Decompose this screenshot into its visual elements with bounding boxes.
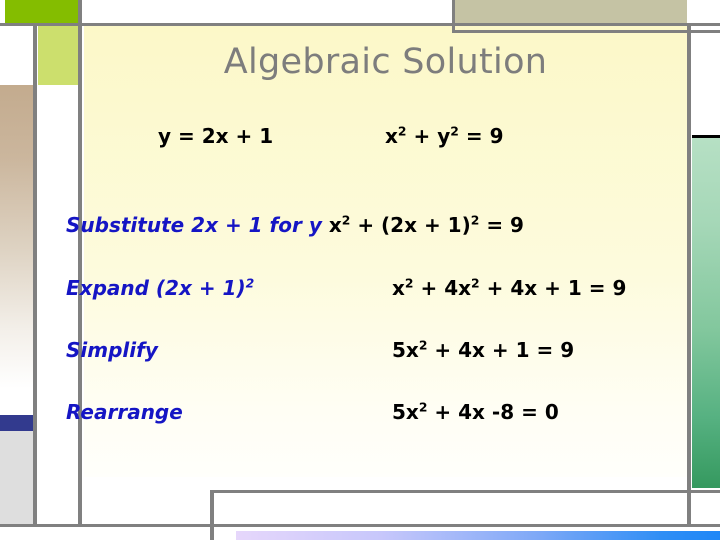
step-simplify-result-text: 5x2 + 4x + 1 = 9 bbox=[392, 338, 574, 362]
step-substitute: Substitute 2x + 1 for y x2 + (2x + 1)2 =… bbox=[66, 213, 524, 237]
slide-canvas: Algebraic Solution y = 2x + 1 x2 + y2 = … bbox=[0, 0, 720, 540]
step-simplify-result: 5x2 + 4x + 1 = 9 bbox=[392, 338, 574, 362]
simplify-result-tail: + 4x + 1 = 9 bbox=[427, 338, 575, 362]
given-equation-2-text: x2 + y2 = 9 bbox=[385, 124, 504, 148]
step-expand-label: Expand (2x + 1)2 bbox=[66, 276, 254, 300]
step-simplify: Simplify bbox=[66, 338, 158, 362]
step-rearrange-result: 5x2 + 4x -8 = 0 bbox=[392, 400, 559, 424]
given-eq2-x: x bbox=[385, 124, 398, 148]
given-equation-2: x2 + y2 = 9 bbox=[385, 124, 504, 148]
left-gray-block bbox=[0, 431, 33, 527]
substitute-result-x: x bbox=[328, 213, 342, 237]
expand-result-sup-2: 2 bbox=[471, 275, 480, 291]
top-left-green-square bbox=[38, 26, 78, 85]
substitute-result-tail: = 9 bbox=[479, 213, 524, 237]
rule-vertical-panel-right bbox=[687, 23, 691, 527]
top-left-green-bar bbox=[5, 0, 78, 23]
expand-result-tail: + 4x + 1 = 9 bbox=[479, 276, 627, 300]
rearrange-result-lead: 5x bbox=[392, 400, 419, 424]
expand-label-base: Expand (2x + 1) bbox=[66, 276, 246, 300]
rearrange-result-tail: + 4x -8 = 0 bbox=[427, 400, 559, 424]
given-eq2-sup-1: 2 bbox=[397, 123, 407, 139]
expand-result-x: x bbox=[392, 276, 405, 300]
bottom-blue-gradient-strip bbox=[236, 531, 720, 540]
given-equation-1-text: y = 2x + 1 bbox=[158, 124, 274, 148]
step-substitute-result: x2 + (2x + 1)2 = 9 bbox=[322, 213, 524, 237]
left-tan-gradient-bar bbox=[0, 85, 33, 415]
step-expand: Expand (2x + 1)2 bbox=[66, 276, 254, 300]
step-rearrange: Rearrange bbox=[66, 400, 183, 424]
step-expand-result-text: x2 + 4x2 + 4x + 1 = 9 bbox=[392, 276, 626, 300]
step-rearrange-result-text: 5x2 + 4x -8 = 0 bbox=[392, 400, 559, 424]
rule-horizontal-bottom bbox=[0, 524, 720, 527]
expand-label-sup: 2 bbox=[245, 275, 255, 291]
simplify-result-lead: 5x bbox=[392, 338, 419, 362]
given-eq2-tail: = 9 bbox=[458, 124, 504, 148]
rule-horizontal-top-primary bbox=[0, 23, 720, 26]
rule-vertical-lower bbox=[210, 490, 214, 540]
step-expand-result: x2 + 4x2 + 4x + 1 = 9 bbox=[392, 276, 626, 300]
given-equation-1: y = 2x + 1 bbox=[158, 124, 273, 148]
rule-horizontal-lower bbox=[210, 490, 720, 493]
expand-result-mid: + 4x bbox=[413, 276, 472, 300]
expand-result-sup-1: 2 bbox=[404, 275, 414, 291]
rule-vertical-panel-left bbox=[78, 0, 82, 524]
substitute-result-group: + (2x + 1) bbox=[350, 213, 471, 237]
right-green-gradient-bar bbox=[692, 138, 720, 488]
rule-vertical-khaki-left bbox=[452, 0, 455, 33]
rule-vertical-far-left bbox=[33, 23, 37, 527]
left-navy-accent-block bbox=[0, 415, 33, 431]
given-eq2-sup-2: 2 bbox=[450, 123, 459, 139]
rule-horizontal-top-secondary bbox=[455, 30, 720, 33]
step-simplify-label: Simplify bbox=[66, 338, 158, 362]
given-eq2-plus-y: + y bbox=[406, 124, 451, 148]
step-rearrange-label: Rearrange bbox=[66, 400, 183, 424]
step-substitute-label: Substitute 2x + 1 for y bbox=[66, 213, 322, 237]
page-title: Algebraic Solution bbox=[223, 42, 548, 82]
top-right-khaki-rectangle bbox=[455, 0, 687, 23]
